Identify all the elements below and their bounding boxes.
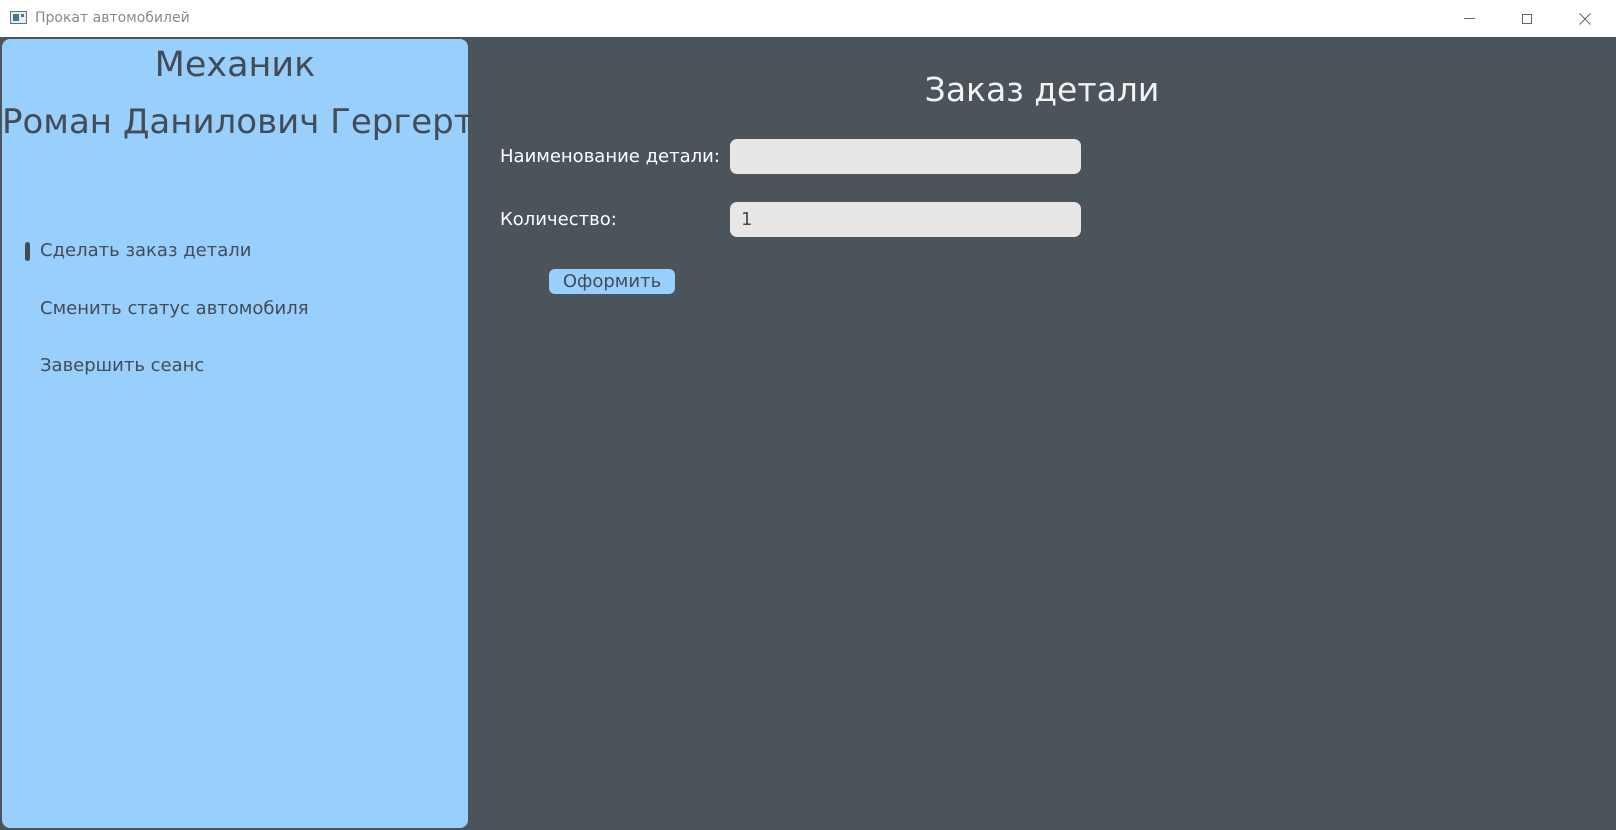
app-window: Прокат автомобилей Механик Роман Данилов… <box>0 0 1616 830</box>
sidebar: Механик Роман Данилович Гергерт Сделать … <box>2 39 474 828</box>
sidebar-item-logout[interactable]: Завершить сеанс <box>40 355 204 376</box>
quantity-label: Количество: <box>500 209 617 230</box>
page-title: Заказ детали <box>924 70 1160 109</box>
maximize-icon <box>1522 13 1532 24</box>
app-icon <box>10 11 27 24</box>
minimize-icon <box>1463 18 1475 19</box>
main-content: Заказ детали Наименование детали: Количе… <box>468 37 1616 830</box>
role-title: Механик <box>154 45 316 85</box>
active-nav-indicator <box>25 242 30 261</box>
maximize-button[interactable] <box>1498 0 1556 37</box>
part-name-label: Наименование детали: <box>500 146 720 167</box>
title-bar: Прокат автомобилей <box>0 0 1616 37</box>
close-button[interactable] <box>1556 0 1614 37</box>
part-name-input[interactable] <box>730 139 1081 174</box>
window-title: Прокат автомобилей <box>35 10 190 26</box>
user-name: Роман Данилович Гергерт <box>2 102 474 142</box>
minimize-button[interactable] <box>1440 0 1498 37</box>
sidebar-item-order-part[interactable]: Сделать заказ детали <box>40 240 251 261</box>
submit-order-button[interactable]: Оформить <box>549 269 675 294</box>
close-icon <box>1579 12 1591 25</box>
quantity-input[interactable] <box>730 202 1081 237</box>
sidebar-item-change-car-status[interactable]: Сменить статус автомобиля <box>40 298 309 319</box>
